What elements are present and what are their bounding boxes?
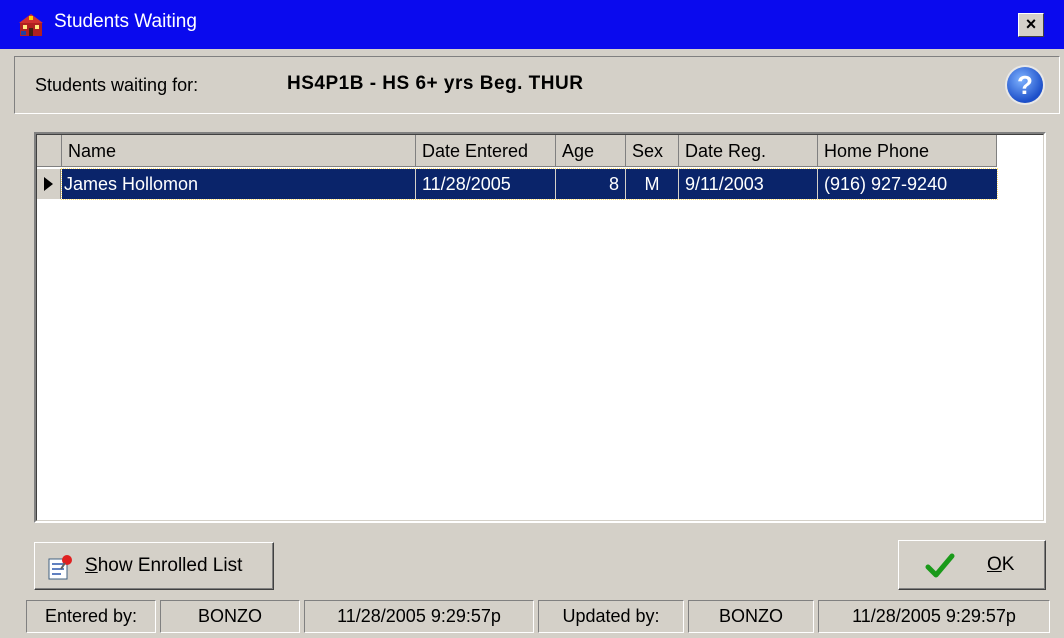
entered-by-label: Entered by: bbox=[26, 600, 156, 633]
close-button[interactable]: × bbox=[1018, 13, 1044, 37]
ok-button[interactable]: OK bbox=[898, 540, 1046, 590]
cell-date-entered: 11/28/2005 bbox=[416, 169, 556, 199]
checkmark-icon bbox=[925, 553, 955, 578]
column-header-age[interactable]: Age bbox=[556, 135, 626, 167]
table-row[interactable]: James Hollomon 11/28/2005 8 M 9/11/2003 … bbox=[61, 168, 998, 200]
cell-name: James Hollomon bbox=[62, 169, 416, 199]
students-waiting-window: Students Waiting × Students waiting for:… bbox=[0, 0, 1064, 638]
help-icon[interactable]: ? bbox=[1007, 67, 1043, 103]
show-enrolled-list-label: Show Enrolled List bbox=[85, 555, 243, 576]
row-pointer-icon bbox=[44, 177, 53, 191]
grid-body: Name Date Entered Age Sex Date Reg. Home… bbox=[36, 134, 1044, 521]
current-row-indicator bbox=[37, 169, 61, 199]
column-header-date-reg[interactable]: Date Reg. bbox=[679, 135, 818, 167]
column-header-date-entered[interactable]: Date Entered bbox=[416, 135, 556, 167]
column-header-sex[interactable]: Sex bbox=[626, 135, 679, 167]
cell-home-phone: (916) 927-9240 bbox=[824, 174, 948, 194]
grid-corner bbox=[37, 135, 62, 167]
students-grid[interactable]: Name Date Entered Age Sex Date Reg. Home… bbox=[34, 132, 1046, 523]
students-waiting-label: Students waiting for: bbox=[35, 75, 199, 95]
column-header-name[interactable]: Name bbox=[62, 135, 416, 167]
class-name-value: HS4P1B - HS 6+ yrs Beg. THUR bbox=[287, 73, 584, 94]
ok-label: OK bbox=[987, 554, 1015, 575]
entered-time: 11/28/2005 9:29:57p bbox=[304, 600, 534, 633]
cell-sex: M bbox=[626, 169, 679, 199]
header-panel: Students waiting for: HS4P1B - HS 6+ yrs… bbox=[14, 56, 1060, 114]
window-title: Students Waiting bbox=[54, 11, 197, 32]
column-header-home-phone[interactable]: Home Phone bbox=[818, 135, 997, 167]
school-building-icon bbox=[19, 14, 43, 36]
cell-age: 8 bbox=[556, 169, 626, 199]
title-bar[interactable]: Students Waiting × bbox=[0, 0, 1064, 49]
cell-date-reg: 9/11/2003 bbox=[679, 169, 818, 199]
entered-by-user: BONZO bbox=[160, 600, 300, 633]
enrolled-list-icon bbox=[48, 555, 72, 580]
updated-by-user: BONZO bbox=[688, 600, 814, 633]
updated-time: 11/28/2005 9:29:57p bbox=[818, 600, 1050, 633]
updated-by-label: Updated by: bbox=[538, 600, 684, 633]
show-enrolled-list-button[interactable]: Show Enrolled List bbox=[34, 542, 274, 590]
